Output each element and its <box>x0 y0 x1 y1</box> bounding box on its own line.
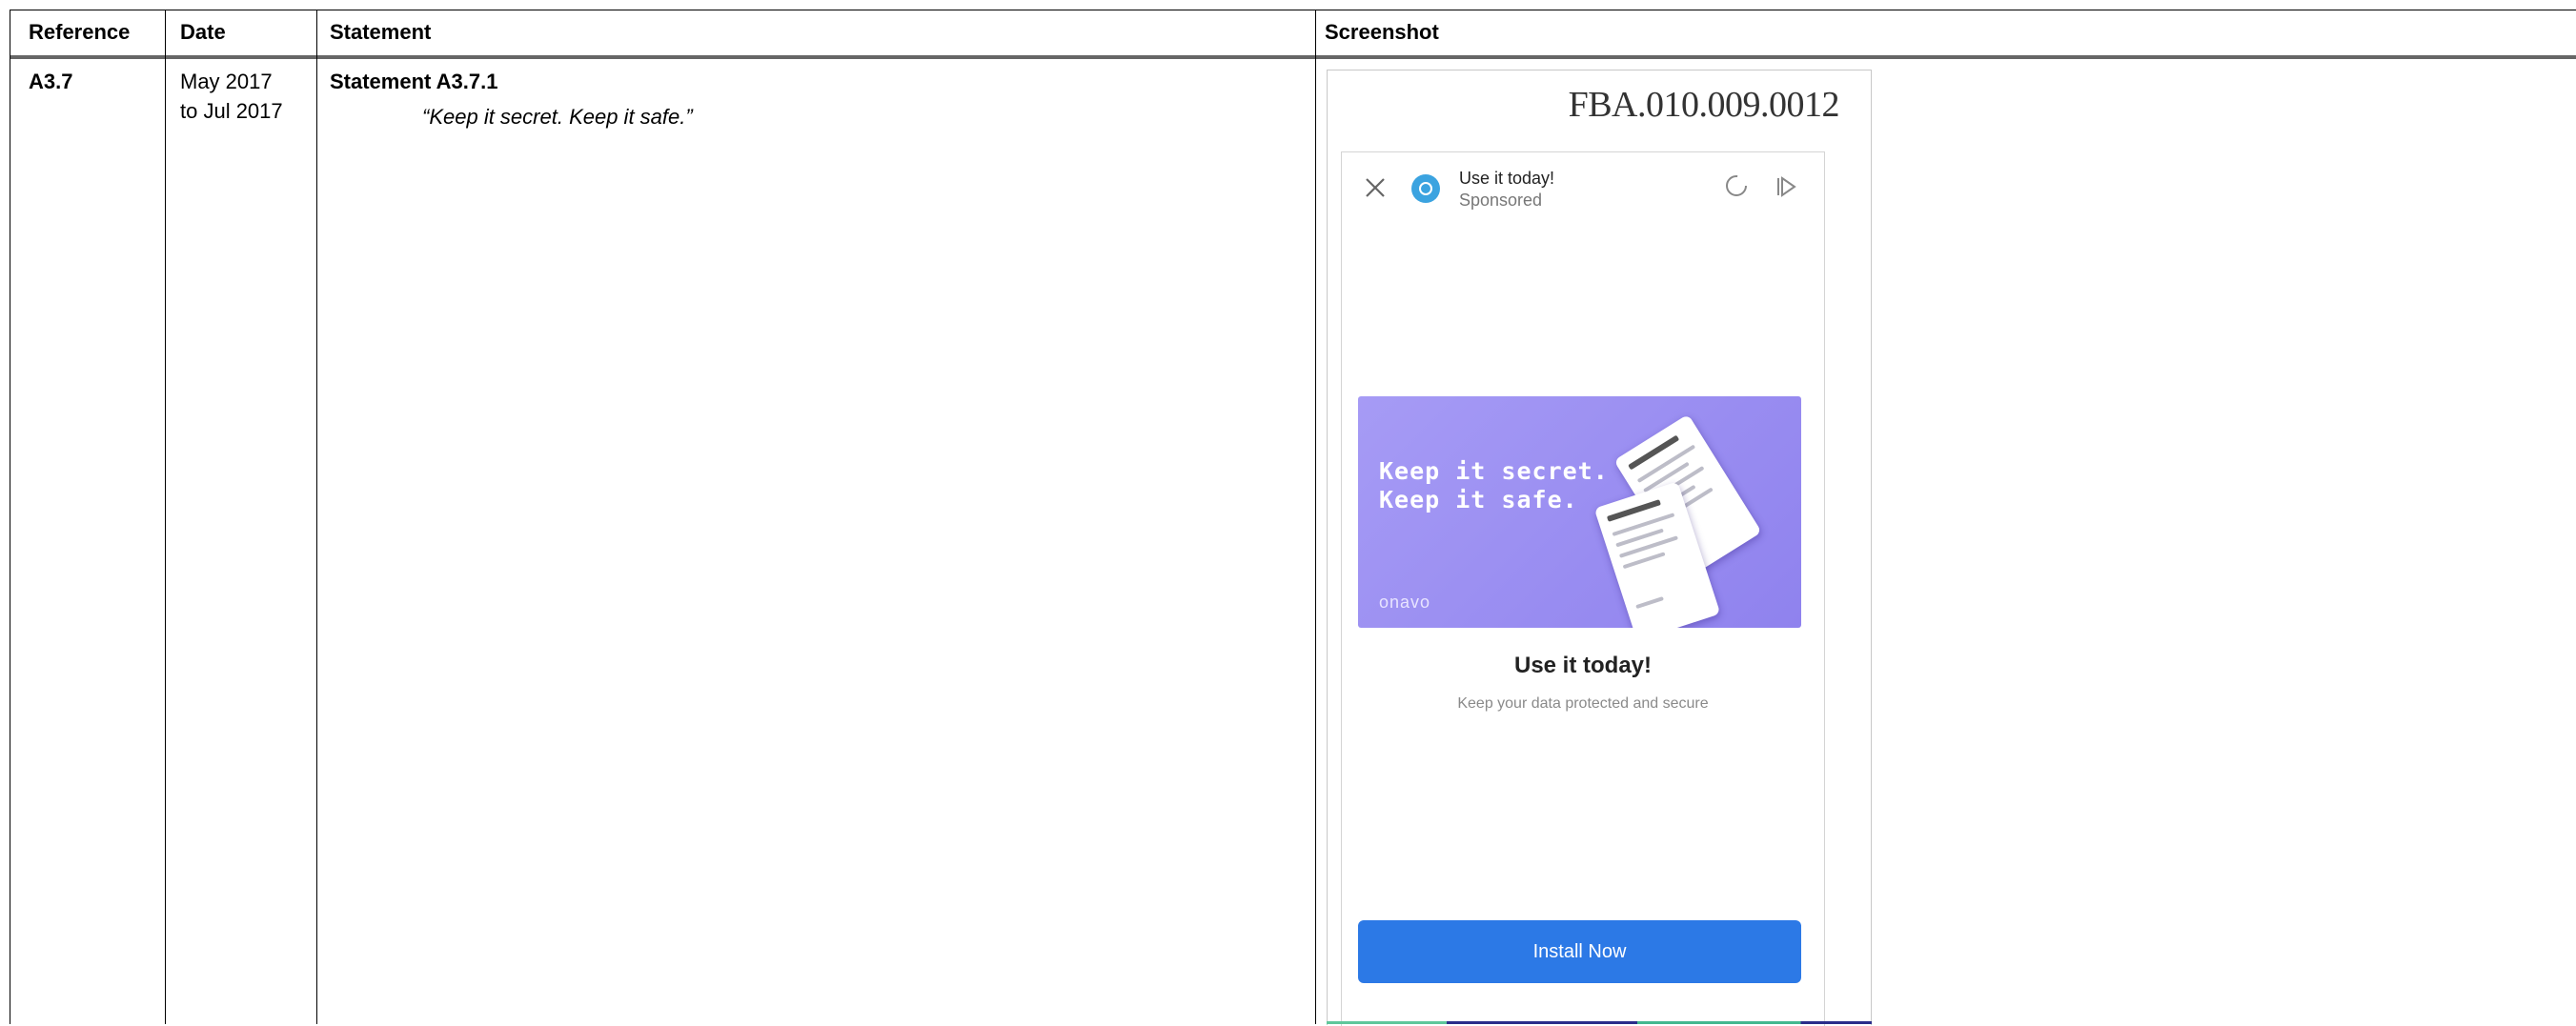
col-divider-2 <box>316 10 317 1024</box>
install-now-button[interactable]: Install Now <box>1358 920 1801 983</box>
banner-brand: onavo <box>1379 593 1431 612</box>
play-icon[interactable] <box>1773 173 1799 200</box>
bates-number: FBA.010.009.0012 <box>1568 85 1840 125</box>
cta-description: Keep your data protected and secure <box>1457 695 1709 712</box>
timer-icon[interactable] <box>1723 172 1750 199</box>
brand-logo-icon <box>1411 174 1440 203</box>
col-divider-3 <box>1315 10 1316 1024</box>
sponsored-label: Sponsored <box>1459 191 1543 210</box>
screenshot-exhibit: FBA.010.009.0012 Use it today! Sponsored… <box>1327 70 1872 1026</box>
col-divider-1 <box>165 10 166 1024</box>
ad-preview-frame: Use it today! Sponsored Keep it secret. … <box>1341 151 1825 1026</box>
date-end: to Jul 2017 <box>180 99 283 123</box>
header-reference: Reference <box>29 20 131 44</box>
date-cell: May 2017 to Jul 2017 <box>180 67 283 126</box>
statement-heading: Statement A3.7.1 <box>330 70 498 93</box>
date-start: May 2017 <box>180 70 273 93</box>
banner-line-2: Keep it safe. <box>1379 486 1578 513</box>
banner-line-1: Keep it secret. <box>1379 457 1609 485</box>
ad-banner-image[interactable]: Keep it secret. Keep it safe. onavo <box>1358 396 1801 628</box>
ad-title: Use it today! <box>1459 169 1555 188</box>
cta-title: Use it today! <box>1513 653 1653 678</box>
header-divider <box>10 55 2576 59</box>
close-icon[interactable] <box>1363 175 1388 200</box>
reference-cell: A3.7 <box>29 70 73 93</box>
statement-quote: “Keep it secret. Keep it safe.” <box>422 105 693 129</box>
header-screenshot: Screenshot <box>1325 20 1439 44</box>
header-date: Date <box>180 20 226 44</box>
header-statement: Statement <box>330 20 432 44</box>
banner-headline: Keep it secret. Keep it safe. <box>1379 457 1609 514</box>
